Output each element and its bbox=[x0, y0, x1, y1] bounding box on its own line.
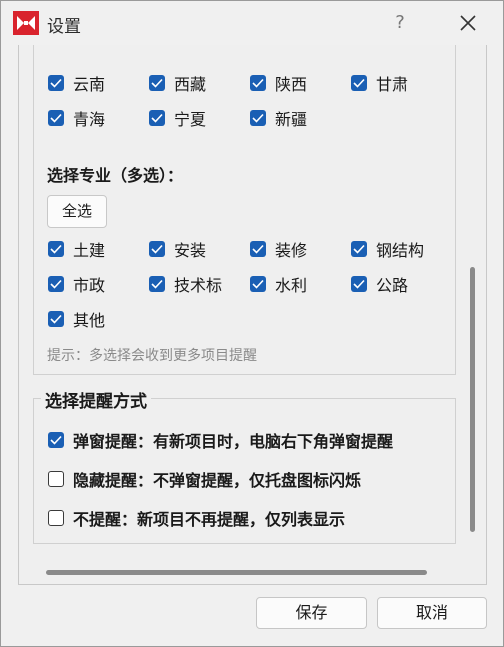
checkmark-icon bbox=[151, 244, 163, 254]
checkbox-label: 甘肃 bbox=[376, 75, 409, 94]
checkmark-icon bbox=[50, 78, 62, 88]
checkbox-checked-box bbox=[351, 276, 367, 292]
checkbox-label: 弹窗提醒：有新项目时，电脑右下角弹窗提醒 bbox=[73, 432, 394, 451]
window-title: 设置 bbox=[47, 17, 81, 37]
checkmark-icon bbox=[252, 113, 264, 123]
checkbox-label: 新疆 bbox=[275, 110, 308, 129]
checkbox-label: 隐藏提醒：不弹窗提醒，仅托盘图标闪烁 bbox=[73, 471, 362, 490]
checkbox-specialty-jishubiao[interactable]: 技术标 bbox=[149, 273, 222, 295]
checkmark-icon bbox=[353, 279, 365, 289]
checkbox-region-qinghai[interactable]: 青海 bbox=[48, 107, 105, 129]
checkbox-specialty-qita[interactable]: 其他 bbox=[48, 308, 105, 330]
help-button[interactable]: ? bbox=[385, 7, 415, 39]
checkbox-region-ningxia[interactable]: 宁夏 bbox=[149, 107, 206, 129]
checkbox-label: 土建 bbox=[73, 241, 106, 260]
vertical-scrollbar[interactable] bbox=[470, 267, 475, 532]
checkbox-checked-box bbox=[250, 110, 266, 126]
checkbox-checked-box bbox=[250, 241, 266, 257]
checkbox-checked-box bbox=[250, 75, 266, 91]
checkbox-region-xinjiang[interactable]: 新疆 bbox=[250, 107, 307, 129]
close-icon bbox=[460, 15, 476, 31]
checkbox-checked-box bbox=[48, 110, 64, 126]
checkmark-icon bbox=[50, 244, 62, 254]
checkbox-checked-box bbox=[149, 110, 165, 126]
checkmark-icon bbox=[50, 314, 62, 324]
checkbox-label: 钢结构 bbox=[376, 241, 425, 260]
checkbox-checked-box bbox=[48, 276, 64, 292]
checkbox-label: 水利 bbox=[275, 276, 308, 295]
checkbox-label: 不提醒：新项目不再提醒，仅列表显示 bbox=[73, 510, 346, 529]
checkbox-reminder-hidden[interactable]: 隐藏提醒：不弹窗提醒，仅托盘图标闪烁 bbox=[48, 468, 361, 490]
checkmark-icon bbox=[353, 78, 365, 88]
specialty-hint: 提示：多选择会收到更多项目提醒 bbox=[47, 348, 257, 364]
checkbox-label: 公路 bbox=[376, 276, 409, 295]
checkmark-icon bbox=[151, 279, 163, 289]
checkbox-checked-box bbox=[48, 432, 64, 448]
checkbox-specialty-zhuangxiu[interactable]: 装修 bbox=[250, 238, 307, 260]
checkbox-label: 陕西 bbox=[275, 75, 308, 94]
checkbox-label: 安装 bbox=[174, 241, 207, 260]
checkbox-checked-box bbox=[48, 311, 64, 327]
checkmark-icon bbox=[50, 435, 62, 445]
close-button[interactable] bbox=[452, 7, 484, 39]
checkbox-specialty-shizheng[interactable]: 市政 bbox=[48, 273, 105, 295]
checkbox-specialty-shuili[interactable]: 水利 bbox=[250, 273, 307, 295]
checkbox-label: 技术标 bbox=[174, 276, 223, 295]
checkbox-region-gansu[interactable]: 甘肃 bbox=[351, 72, 408, 94]
horizontal-scrollbar[interactable] bbox=[46, 570, 427, 575]
checkmark-icon bbox=[50, 113, 62, 123]
checkbox-unchecked-box bbox=[48, 510, 64, 526]
checkmark-icon bbox=[252, 279, 264, 289]
checkbox-specialty-gangjiegou[interactable]: 钢结构 bbox=[351, 238, 424, 260]
title-bar: 设置 ? bbox=[1, 1, 503, 45]
settings-dialog: 设置 ? 云南 西藏 陕西 甘肃 青海 宁夏 新疆 选择专业（多选）： 全选 土… bbox=[0, 0, 504, 647]
checkbox-checked-box bbox=[351, 241, 367, 257]
checkbox-unchecked-box bbox=[48, 471, 64, 487]
checkbox-region-yunnan[interactable]: 云南 bbox=[48, 72, 105, 94]
checkbox-specialty-gonglu[interactable]: 公路 bbox=[351, 273, 408, 295]
checkbox-checked-box bbox=[149, 276, 165, 292]
checkbox-label: 宁夏 bbox=[174, 110, 207, 129]
checkmark-icon bbox=[252, 78, 264, 88]
checkmark-icon bbox=[252, 244, 264, 254]
checkmark-icon bbox=[50, 279, 62, 289]
checkbox-checked-box bbox=[48, 75, 64, 91]
save-button[interactable]: 保存 bbox=[256, 597, 367, 629]
checkbox-label: 云南 bbox=[73, 75, 106, 94]
checkbox-region-shaanxi[interactable]: 陕西 bbox=[250, 72, 307, 94]
checkmark-icon bbox=[353, 244, 365, 254]
settings-scroll-area[interactable]: 云南 西藏 陕西 甘肃 青海 宁夏 新疆 选择专业（多选）： 全选 土建 安装 … bbox=[18, 45, 487, 585]
checkbox-reminder-none[interactable]: 不提醒：新项目不再提醒，仅列表显示 bbox=[48, 507, 345, 529]
reminder-group-title: 选择提醒方式 bbox=[41, 387, 151, 412]
checkmark-icon bbox=[151, 113, 163, 123]
checkbox-label: 青海 bbox=[73, 110, 106, 129]
checkbox-label: 装修 bbox=[275, 241, 308, 260]
checkbox-label: 市政 bbox=[73, 276, 106, 295]
checkbox-checked-box bbox=[149, 75, 165, 91]
checkmark-icon bbox=[151, 78, 163, 88]
checkbox-checked-box bbox=[250, 276, 266, 292]
checkbox-reminder-popup[interactable]: 弹窗提醒：有新项目时，电脑右下角弹窗提醒 bbox=[48, 429, 393, 451]
cancel-button[interactable]: 取消 bbox=[377, 597, 487, 629]
checkbox-label: 其他 bbox=[73, 311, 106, 330]
specialty-section-label: 选择专业（多选）： bbox=[47, 166, 184, 185]
checkbox-specialty-tujian[interactable]: 土建 bbox=[48, 238, 105, 260]
app-logo-icon bbox=[13, 11, 39, 35]
checkbox-specialty-anzhuang[interactable]: 安装 bbox=[149, 238, 206, 260]
checkbox-label: 西藏 bbox=[174, 75, 207, 94]
checkbox-region-xizang[interactable]: 西藏 bbox=[149, 72, 206, 94]
select-all-button[interactable]: 全选 bbox=[47, 195, 107, 228]
checkbox-checked-box bbox=[351, 75, 367, 91]
checkbox-checked-box bbox=[48, 241, 64, 257]
checkbox-checked-box bbox=[149, 241, 165, 257]
